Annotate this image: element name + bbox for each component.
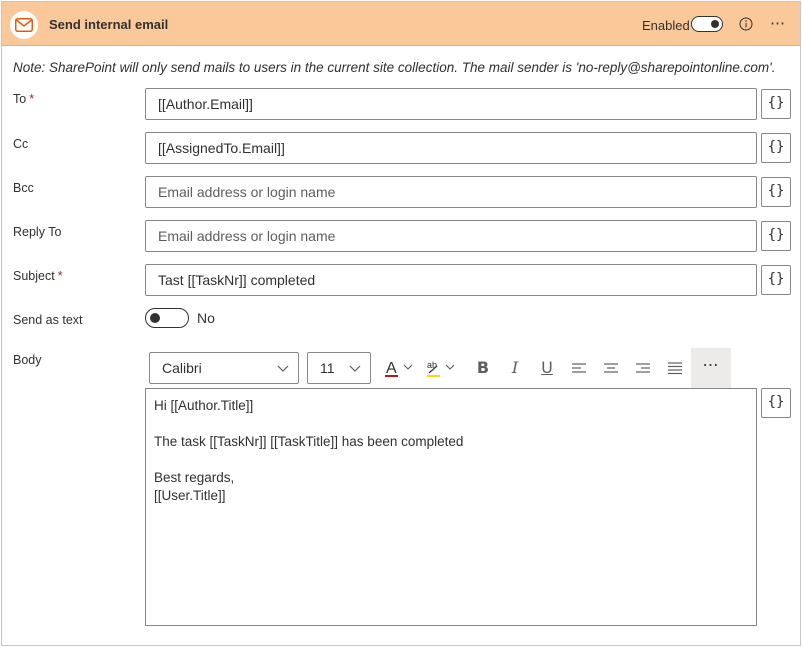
chevron-down-icon [277,365,289,372]
action-title: Send internal email [49,17,169,32]
svg-text:A: A [386,360,397,377]
bold-button[interactable]: B [471,356,495,380]
subject-dynamic-value-button[interactable]: {} [761,265,791,295]
cc-dynamic-value-button[interactable]: {} [761,133,791,163]
align-center-icon [604,363,618,373]
send-as-text-label: Send as text [13,313,83,327]
justify-icon [668,362,682,375]
enabled-toggle[interactable] [691,16,723,32]
font-color-icon: A [385,360,413,377]
reply-to-label: Reply To [13,225,62,239]
to-field[interactable]: [[Author.Email]] [145,88,757,120]
body-line: [[User.Title]] [154,488,226,503]
subject-label-text: Subject [13,269,55,283]
toggle-knob [150,313,160,323]
cc-field[interactable]: [[AssignedTo.Email]] [145,132,757,164]
cc-label: Cc [13,137,29,151]
subject-label: Subject * [13,269,63,283]
subject-field[interactable]: Tast [[TaskNr]] completed [145,264,757,296]
align-right-button[interactable] [631,356,655,380]
required-marker: * [57,269,63,283]
action-card: Send internal email Enabled ⋯ Note: Shar… [1,1,801,646]
font-size-value: 11 [320,360,335,376]
body-editor[interactable]: Hi [[Author.Title]] The task [[TaskNr]] … [145,388,757,626]
body-line [154,415,748,433]
toolbar-more-button[interactable]: ⋯ [691,348,731,388]
font-color-button[interactable]: A [383,356,417,380]
info-icon[interactable] [739,17,753,31]
highlight-icon: ab [427,360,455,377]
font-size-select[interactable]: 11 [307,352,371,384]
to-label: To * [13,92,34,106]
italic-button[interactable]: I [503,356,527,380]
bold-icon: B [476,358,490,377]
send-as-text-toggle[interactable] [145,308,189,328]
highlight-button[interactable]: ab [425,356,459,380]
reply-to-dynamic-value-button[interactable]: {} [761,221,791,251]
align-right-icon [636,363,650,373]
reply-to-field[interactable]: Email address or login name [145,220,757,252]
underline-button[interactable]: U [535,356,559,380]
mail-icon [10,11,38,39]
svg-text:ab: ab [427,360,437,370]
chevron-down-icon [349,365,361,372]
bcc-label: Bcc [13,181,34,195]
align-center-button[interactable] [599,356,623,380]
action-header[interactable]: Send internal email Enabled ⋯ [2,2,800,46]
required-marker: * [29,92,35,106]
more-icon: ⋯ [702,357,720,374]
justify-button[interactable] [663,356,687,380]
body-line: Hi [[Author.Title]] [154,398,254,413]
italic-icon: I [511,358,519,377]
body-dynamic-value-button[interactable]: {} [761,388,791,418]
font-family-value: Calibri [162,360,202,376]
body-label: Body [13,353,42,367]
note-text: Note: SharePoint will only send mails to… [13,60,776,75]
body-line: Best regards, [154,470,235,485]
align-left-icon [572,363,586,373]
enabled-label: Enabled [642,18,690,33]
toggle-knob [711,20,719,28]
body-line: The task [[TaskNr]] [[TaskTitle]] has be… [154,434,464,449]
bcc-field[interactable]: Email address or login name [145,176,757,208]
rich-text-toolbar: Calibri 11 A ab B I U ⋯ [145,348,731,388]
to-dynamic-value-button[interactable]: {} [761,89,791,119]
send-as-text-value: No [197,310,215,326]
align-left-button[interactable] [567,356,591,380]
body-line [154,451,748,469]
more-icon[interactable]: ⋯ [770,14,786,32]
bcc-dynamic-value-button[interactable]: {} [761,177,791,207]
font-family-select[interactable]: Calibri [149,352,299,384]
to-label-text: To [13,92,27,106]
underline-icon: U [541,358,553,377]
